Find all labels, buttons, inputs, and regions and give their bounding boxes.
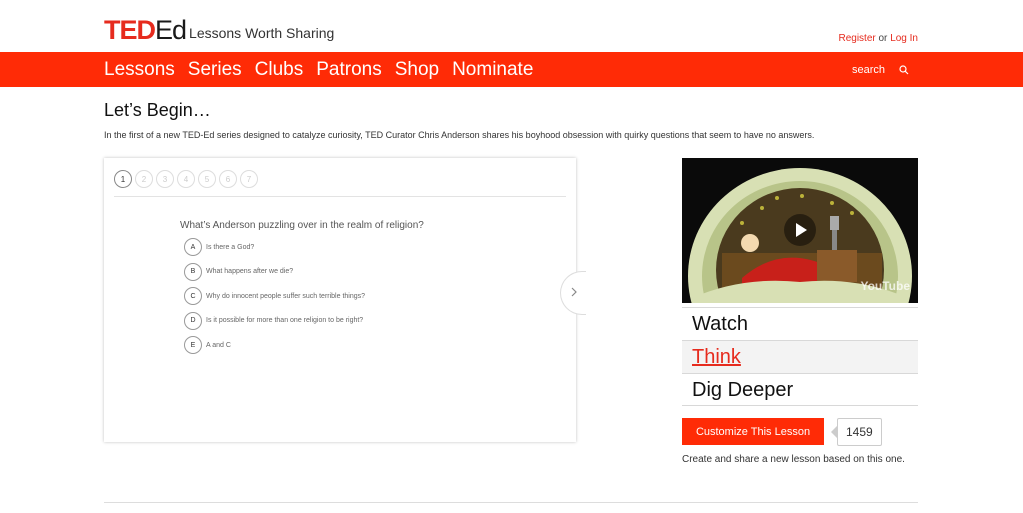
logo-ed: Ed (155, 15, 187, 45)
step-7[interactable]: 7 (240, 170, 258, 188)
search-label: search (852, 63, 886, 76)
step-3[interactable]: 3 (156, 170, 174, 188)
option-letter: E (184, 336, 202, 355)
answer-option-e[interactable]: E A and C (184, 333, 365, 358)
customize-lesson-button[interactable]: Customize This Lesson (682, 418, 824, 445)
step-6[interactable]: 6 (219, 170, 237, 188)
quiz-panel: 1 2 3 4 5 6 7 What’s Anderson puzzling o… (104, 158, 586, 442)
option-letter: D (184, 311, 202, 330)
option-text: A and C (206, 341, 231, 349)
footer-divider (104, 502, 918, 503)
chevron-right-icon (570, 284, 578, 302)
logo-tagline: Lessons Worth Sharing (189, 25, 335, 41)
count-value: 1459 (837, 418, 882, 446)
section-watch[interactable]: Watch (682, 307, 918, 340)
ted-ed-logo[interactable]: TED Ed Lessons Worth Sharing (104, 14, 334, 44)
page-title: Let’s Begin… (104, 100, 211, 120)
option-text: Is it possible for more than one religio… (206, 317, 364, 325)
section-dig-deeper[interactable]: Dig Deeper (682, 373, 918, 406)
step-1[interactable]: 1 (114, 170, 132, 188)
search-button[interactable]: search (852, 52, 909, 87)
section-think[interactable]: Think (682, 340, 918, 373)
option-letter: B (184, 262, 202, 281)
youtube-badge: YouTube (860, 279, 910, 293)
option-text: What happens after we die? (206, 268, 294, 276)
question-steps: 1 2 3 4 5 6 7 (114, 170, 261, 188)
nav-item-clubs[interactable]: Clubs (255, 52, 304, 87)
auth-links: Register or Log In (838, 33, 918, 44)
answer-option-c[interactable]: C Why do innocent people suffer such ter… (184, 284, 365, 309)
nav-item-series[interactable]: Series (188, 52, 242, 87)
answer-option-a[interactable]: A Is there a God? (184, 235, 365, 260)
lesson-sections: Watch Think Dig Deeper (682, 307, 918, 406)
top-header: TED Ed Lessons Worth Sharing Register or … (0, 0, 1023, 52)
option-text: Why do innocent people suffer such terri… (206, 292, 366, 300)
next-question-button[interactable] (560, 271, 586, 315)
option-letter: A (184, 238, 202, 257)
quiz-divider (114, 196, 566, 197)
step-2[interactable]: 2 (135, 170, 153, 188)
main-nav: Lessons Series Clubs Patrons Shop Nomina… (0, 52, 1023, 87)
answer-options: A Is there a God? B What happens after w… (184, 235, 365, 358)
nav-item-lessons[interactable]: Lessons (104, 52, 175, 87)
step-4[interactable]: 4 (177, 170, 195, 188)
option-letter: C (184, 287, 202, 306)
answer-option-b[interactable]: B What happens after we die? (184, 260, 365, 285)
video-thumbnail[interactable]: YouTube (682, 158, 918, 303)
nav-items: Lessons Series Clubs Patrons Shop Nomina… (104, 52, 546, 87)
logo-ted: TED (104, 15, 156, 45)
nav-item-shop[interactable]: Shop (395, 52, 439, 87)
search-icon (899, 64, 909, 75)
nav-item-patrons[interactable]: Patrons (316, 52, 381, 87)
nav-item-nominate[interactable]: Nominate (452, 52, 533, 87)
create-lesson-text: Create and share a new lesson based on t… (682, 454, 905, 465)
auth-or: or (878, 33, 888, 44)
lesson-description: In the first of a new TED-Ed series desi… (104, 130, 815, 140)
login-link[interactable]: Log In (890, 33, 918, 44)
customize-count: 1459 (831, 418, 882, 446)
step-5[interactable]: 5 (198, 170, 216, 188)
register-link[interactable]: Register (838, 33, 875, 44)
quiz-question: What’s Anderson puzzling over in the rea… (180, 220, 424, 231)
answer-option-d[interactable]: D Is it possible for more than one relig… (184, 309, 365, 334)
option-text: Is there a God? (206, 243, 255, 251)
